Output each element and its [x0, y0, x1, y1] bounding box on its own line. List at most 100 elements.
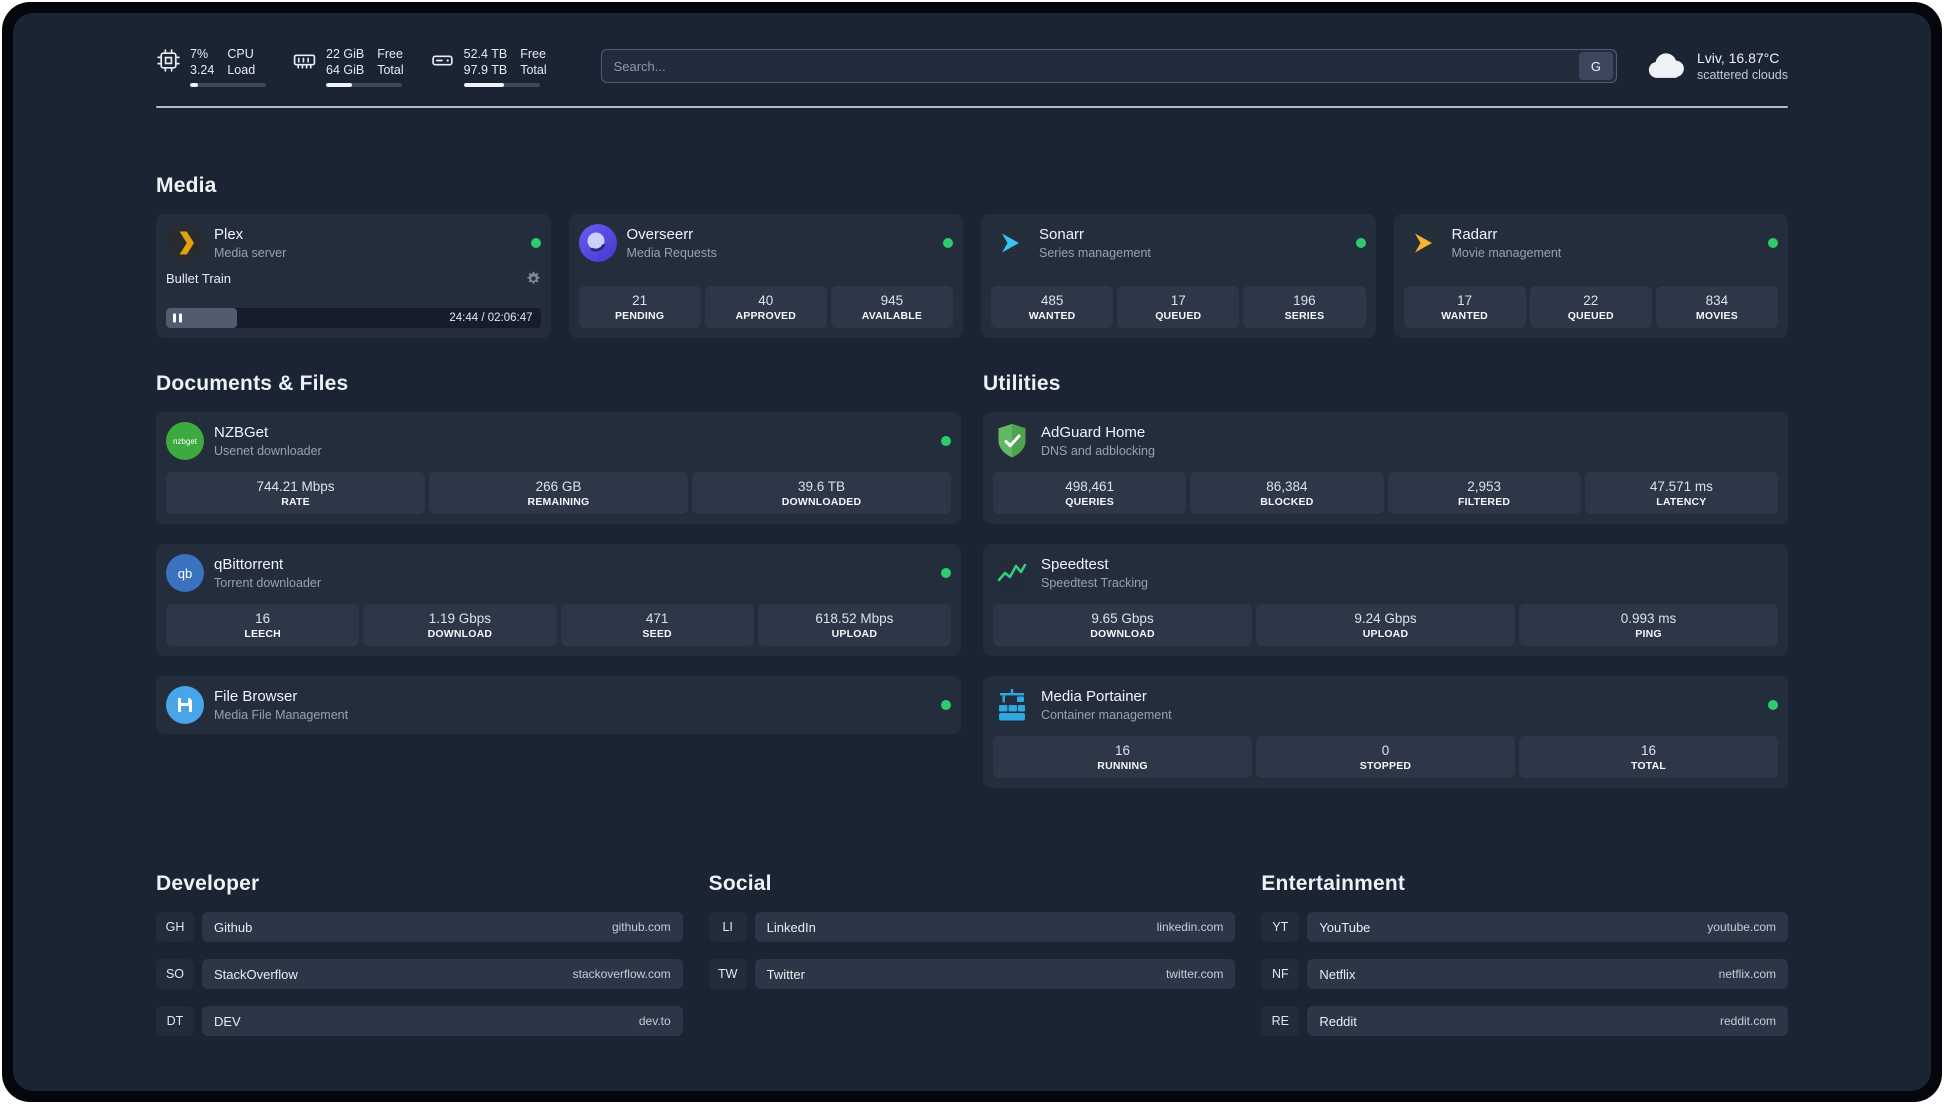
svg-text:nzbget: nzbget: [173, 437, 198, 446]
app-subtitle: Container management: [1041, 708, 1172, 722]
app-name: NZBGet: [214, 424, 269, 441]
app-card-qbittorrent[interactable]: qb qBittorrent Torrent downloader 16 LEEC…: [156, 544, 961, 656]
app-card-header: Plex Media server: [166, 224, 541, 262]
bookmark-url: twitter.com: [1165, 967, 1224, 981]
stats-row: 744.21 Mbps RATE 266 GB REMAINING 39.6 TB D…: [166, 472, 951, 514]
bookmark-github[interactable]: GH Github github.com: [156, 912, 683, 942]
bookmark-abbr: TW: [708, 959, 747, 989]
app-subtitle: Series management: [1039, 246, 1151, 260]
stats-row: 17 WANTED 22 QUEUED 834 MOVIES: [1403, 286, 1779, 328]
stat-total: 16 TOTAL: [1519, 736, 1778, 778]
bookmark-linkedin[interactable]: LI LinkedIn linkedin.com: [708, 912, 1236, 942]
memory-usage-bar: [326, 82, 402, 87]
stats-row: 498,461 QUERIES 86,384 BLOCKED 2,953 FILTER…: [993, 472, 1778, 514]
nzbget-icon: nzbget: [166, 422, 204, 460]
bookmark-url: github.com: [611, 920, 671, 934]
stat-blocked: 86,384 BLOCKED: [1190, 472, 1384, 514]
stat-queued: 22 QUEUED: [1529, 286, 1652, 328]
app-card-header: Radarr Movie management: [1403, 224, 1778, 262]
stat-download: 1.19 Gbps DOWNLOAD: [363, 604, 557, 646]
search-bar: G: [600, 49, 1617, 83]
bookmark-reddit[interactable]: RE Reddit reddit.com: [1261, 1006, 1788, 1036]
radarr-icon: [1403, 224, 1442, 262]
bookmark-name: Github: [214, 919, 253, 935]
weather-condition: scattered clouds: [1696, 68, 1788, 82]
cloud-icon: [1645, 51, 1687, 81]
app-name: Plex: [214, 226, 244, 243]
app-card-plex[interactable]: Plex Media server Bullet Train 24:44 / 0…: [156, 214, 551, 338]
disk-widget: 52.4 TB 97.9 TB Free Total: [430, 46, 547, 87]
bookmarks-social: Social LI LinkedIn linkedin.com TW Twitte…: [708, 872, 1236, 1036]
section-title-documents: Documents & Files: [156, 372, 349, 395]
app-card-portainer[interactable]: Media Portainer Container management 16 R…: [983, 676, 1788, 788]
memory-widget: 22 GiB 64 GiB Free Total: [292, 46, 404, 87]
gear-icon[interactable]: [526, 271, 541, 286]
stats-row: 9.65 Gbps DOWNLOAD 9.24 Gbps UPLOAD 0.993 …: [993, 604, 1778, 646]
stat-available: 945 AVAILABLE: [830, 286, 954, 328]
bookmark-url: youtube.com: [1707, 920, 1776, 934]
disk-values: 52.4 TB 97.9 TB: [463, 46, 508, 78]
section-title-media: Media: [156, 174, 217, 197]
bookmarks-title-developer: Developer: [156, 872, 260, 895]
topbar-divider: [156, 106, 1788, 108]
cpu-usage-bar: [190, 82, 266, 87]
bookmark-name: LinkedIn: [766, 919, 816, 935]
svg-text:qb: qb: [178, 566, 192, 581]
filebrowser-icon: [166, 686, 204, 724]
bookmark-dev[interactable]: DT DEV dev.to: [156, 1006, 683, 1036]
stat-queued: 17 QUEUED: [1117, 286, 1240, 328]
app-name: qBittorrent: [214, 556, 284, 573]
memory-icon: [292, 48, 317, 73]
stat-download: 9.65 Gbps DOWNLOAD: [993, 604, 1252, 646]
status-dot: [530, 238, 541, 248]
bookmark-url: dev.to: [638, 1014, 671, 1028]
stat-rate: 744.21 Mbps RATE: [166, 472, 425, 514]
bookmark-abbr: LI: [708, 912, 747, 942]
stat-stopped: 0 STOPPED: [1256, 736, 1515, 778]
bookmark-abbr: SO: [156, 959, 194, 989]
app-name: File Browser: [214, 688, 298, 705]
app-card-radarr[interactable]: Radarr Movie management 17 WANTED 22 QUEUE…: [1393, 214, 1788, 338]
bookmark-stackoverflow[interactable]: SO StackOverflow stackoverflow.com: [156, 959, 683, 989]
app-card-adguard[interactable]: AdGuard Home DNS and adblocking 498,461 Q…: [983, 412, 1788, 524]
bookmark-url: reddit.com: [1719, 1014, 1776, 1028]
search-input[interactable]: [601, 50, 1579, 82]
app-subtitle: Speedtest Tracking: [1041, 576, 1149, 590]
app-card-header: AdGuard Home DNS and adblocking: [993, 422, 1778, 460]
app-subtitle: Usenet downloader: [214, 444, 322, 458]
bookmark-youtube[interactable]: YT YouTube youtube.com: [1261, 912, 1788, 942]
app-card-filebrowser[interactable]: File Browser Media File Management: [156, 676, 961, 734]
now-playing-row: Bullet Train: [166, 271, 541, 286]
stat-movies: 834 MOVIES: [1655, 286, 1779, 328]
app-card-nzbget[interactable]: nzbget NZBGet Usenet downloader 744.21 M…: [156, 412, 961, 524]
app-card-header: Speedtest Speedtest Tracking: [993, 554, 1778, 592]
bookmark-netflix[interactable]: NF Netflix netflix.com: [1261, 959, 1788, 989]
cpu-values: 7% 3.24: [190, 46, 215, 78]
overseerr-icon: [578, 224, 617, 262]
stat-ping: 0.993 ms PING: [1519, 604, 1778, 646]
stat-running: 16 RUNNING: [993, 736, 1252, 778]
cpu-labels: CPU Load: [227, 46, 256, 78]
weather-location: Lviv, 16.87°C: [1696, 50, 1780, 66]
status-dot: [941, 700, 951, 710]
bookmark-abbr: DT: [156, 1006, 194, 1036]
playback-progress-bar: 24:44 / 02:06:47: [166, 308, 541, 328]
stat-upload: 9.24 Gbps UPLOAD: [1256, 604, 1515, 646]
app-card-overseerr[interactable]: Overseerr Media Requests 21 PENDING 40 APP…: [568, 214, 963, 338]
stats-row: 16 RUNNING 0 STOPPED 16 TOTAL: [993, 736, 1778, 778]
bookmark-name: Reddit: [1319, 1013, 1357, 1029]
section-utilities: Utilities AdGuard Home DNS and adblockin…: [983, 372, 1788, 788]
app-card-header: Media Portainer Container management: [993, 686, 1778, 724]
bookmark-abbr: YT: [1261, 912, 1300, 942]
app-card-speedtest[interactable]: Speedtest Speedtest Tracking 9.65 Gbps DO…: [983, 544, 1788, 656]
plex-icon: [166, 224, 204, 262]
status-dot: [1768, 238, 1778, 248]
status-dot: [1355, 238, 1366, 248]
app-card-sonarr[interactable]: Sonarr Series management 485 WANTED 17 QUE…: [981, 214, 1376, 338]
bookmark-twitter[interactable]: TW Twitter twitter.com: [708, 959, 1236, 989]
search-provider-button[interactable]: G: [1578, 52, 1613, 80]
dashboard: 7% 3.24 CPU Load 22 GiB 64 GiB Free Tota…: [13, 13, 1931, 1091]
app-name: Sonarr: [1039, 226, 1085, 243]
app-subtitle: Media server: [214, 246, 287, 260]
status-dot: [943, 238, 953, 248]
